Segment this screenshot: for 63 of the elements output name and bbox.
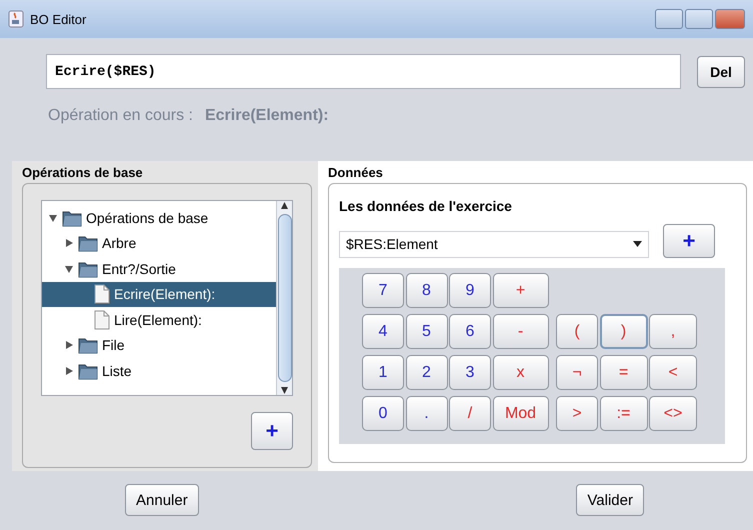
panel-title: Données: [328, 165, 384, 182]
keypad-key[interactable]: 8: [406, 273, 448, 308]
tree-item[interactable]: Ecrire(Element):: [42, 282, 276, 307]
scroll-up-icon[interactable]: [280, 201, 289, 210]
add-data-button[interactable]: +: [663, 224, 715, 258]
del-button[interactable]: Del: [697, 56, 745, 88]
keypad-key[interactable]: 4: [362, 314, 404, 349]
collapsed-arrow-icon[interactable]: [64, 366, 74, 376]
keypad-key[interactable]: -: [492, 314, 548, 349]
keypad-key[interactable]: 3: [449, 355, 491, 390]
expanded-arrow-icon[interactable]: [64, 264, 74, 274]
scroll-down-icon[interactable]: [280, 386, 289, 395]
keypad-key[interactable]: =: [600, 355, 648, 390]
keypad-key[interactable]: 7: [362, 273, 404, 308]
validate-button[interactable]: Valider: [576, 484, 644, 516]
cancel-button[interactable]: Annuler: [125, 484, 199, 516]
expression-field[interactable]: Ecrire($RES): [46, 54, 681, 89]
data-subtitle: Les données de l'exercice: [339, 198, 513, 214]
add-operation-button[interactable]: +: [251, 412, 293, 450]
keypad-key[interactable]: 1: [362, 355, 404, 390]
collapsed-arrow-icon[interactable]: [64, 340, 74, 350]
current-operation-label: Opération en cours :: [48, 107, 193, 126]
data-dropdown[interactable]: $RES:Element: [339, 230, 649, 258]
keypad-key[interactable]: /: [449, 396, 491, 431]
collapsed-arrow-icon[interactable]: [64, 238, 74, 248]
keypad-key[interactable]: 5: [406, 314, 448, 349]
keypad-key[interactable]: ¬: [556, 355, 598, 390]
tree-item[interactable]: Opérations de base: [42, 205, 276, 230]
keypad-key[interactable]: ,: [649, 314, 697, 349]
panel-title: Opérations de base: [22, 165, 144, 182]
tree-item[interactable]: File: [42, 332, 276, 358]
expanded-arrow-icon[interactable]: [48, 212, 58, 223]
tree-item[interactable]: Arbre: [42, 230, 276, 256]
keypad-key[interactable]: ): [600, 314, 648, 349]
keypad-key[interactable]: +: [492, 273, 548, 308]
keypad-key[interactable]: x: [492, 355, 548, 390]
window-title: BO Editor: [30, 12, 88, 26]
keypad-key[interactable]: 0: [362, 396, 404, 431]
keypad-key[interactable]: 2: [406, 355, 448, 390]
folder-icon: [78, 234, 98, 252]
keypad-key[interactable]: 9: [449, 273, 491, 308]
document-icon: [94, 310, 110, 330]
keypad-key[interactable]: .: [406, 396, 448, 431]
tree-item[interactable]: Liste: [42, 358, 276, 384]
minimize-button[interactable]: [655, 9, 683, 29]
keypad-key[interactable]: >: [556, 396, 598, 431]
keypad-key[interactable]: Mod: [492, 396, 548, 431]
folder-icon: [78, 336, 98, 354]
folder-icon: [78, 362, 98, 380]
keypad-key[interactable]: <: [649, 355, 697, 390]
scrollbar[interactable]: [276, 201, 292, 395]
keypad-key[interactable]: 6: [449, 314, 491, 349]
folder-icon: [78, 260, 98, 278]
folder-icon: [62, 208, 82, 227]
keypad-key[interactable]: (: [556, 314, 598, 349]
maximize-button[interactable]: [685, 9, 713, 29]
dropdown-arrow-icon[interactable]: [633, 241, 642, 247]
document-icon: [94, 284, 110, 304]
tree-item[interactable]: Entr?/Sortie: [42, 256, 276, 282]
keypad-key[interactable]: <>: [649, 396, 697, 431]
current-operation-value: Ecrire(Element):: [204, 107, 329, 126]
tree-item[interactable]: Lire(Element):: [42, 307, 276, 332]
keypad-key[interactable]: :=: [600, 396, 648, 431]
